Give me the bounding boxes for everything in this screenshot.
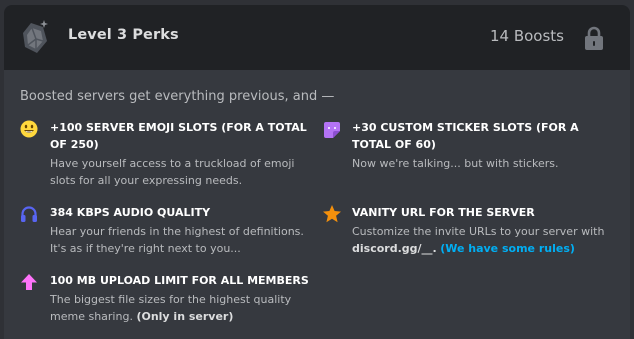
perk-description: The biggest file sizes for the highest q… xyxy=(50,291,312,325)
perk-upload-limit: 100 MB UPLOAD LIMIT FOR ALL MEMBERS The … xyxy=(20,272,310,328)
perk-title: 384 KBPS AUDIO QUALITY xyxy=(50,206,211,219)
perk-title: VANITY URL FOR THE SERVER xyxy=(352,206,535,219)
perk-description: Have yourself access to a truckload of e… xyxy=(50,157,295,187)
vanity-rules-link[interactable]: (We have some rules) xyxy=(440,242,575,255)
perk-description-text: Customize the invite URLs to your server… xyxy=(352,225,605,238)
upload-arrow-icon xyxy=(21,274,37,290)
perk-description: Customize the invite URLs to your server… xyxy=(352,223,614,257)
emoji-smile-icon xyxy=(20,120,38,138)
upload-limit-note: (Only in server) xyxy=(136,310,234,323)
perk-audio-quality: 384 KBPS AUDIO QUALITY Hear your friends… xyxy=(20,204,310,260)
sticker-icon xyxy=(324,122,340,138)
perks-header: Level 3 Perks 14 Boosts xyxy=(4,5,630,70)
boost-count: 14 Boosts xyxy=(489,27,564,45)
perk-description: Now we're talking... but with stickers. xyxy=(352,157,559,170)
star-icon xyxy=(323,205,341,223)
lock-icon xyxy=(585,26,603,50)
perk-sticker-slots: +30 CUSTOM STICKER SLOTS (FOR A TOTAL OF… xyxy=(322,119,612,179)
perk-title: 100 MB UPLOAD LIMIT FOR ALL MEMBERS xyxy=(50,274,309,287)
perk-emoji-slots: +100 SERVER EMOJI SLOTS (FOR A TOTAL OF … xyxy=(20,119,310,191)
level-3-perks-card: Level 3 Perks 14 Boosts Boosted servers … xyxy=(4,5,630,339)
perk-title: +100 SERVER EMOJI SLOTS (FOR A TOTAL OF … xyxy=(50,121,307,151)
perk-title: +30 CUSTOM STICKER SLOTS (FOR A TOTAL OF… xyxy=(352,121,579,151)
headphones-icon xyxy=(21,206,37,222)
perk-vanity-url: VANITY URL FOR THE SERVER Customize the … xyxy=(322,204,612,260)
perks-intro: Boosted servers get everything previous,… xyxy=(20,89,335,104)
perks-level-title: Level 3 Perks xyxy=(68,27,179,43)
boost-gem-icon xyxy=(23,20,48,53)
vanity-url-example: discord.gg/__. xyxy=(352,242,437,255)
perk-description: Hear your friends in the highest of defi… xyxy=(50,225,304,255)
